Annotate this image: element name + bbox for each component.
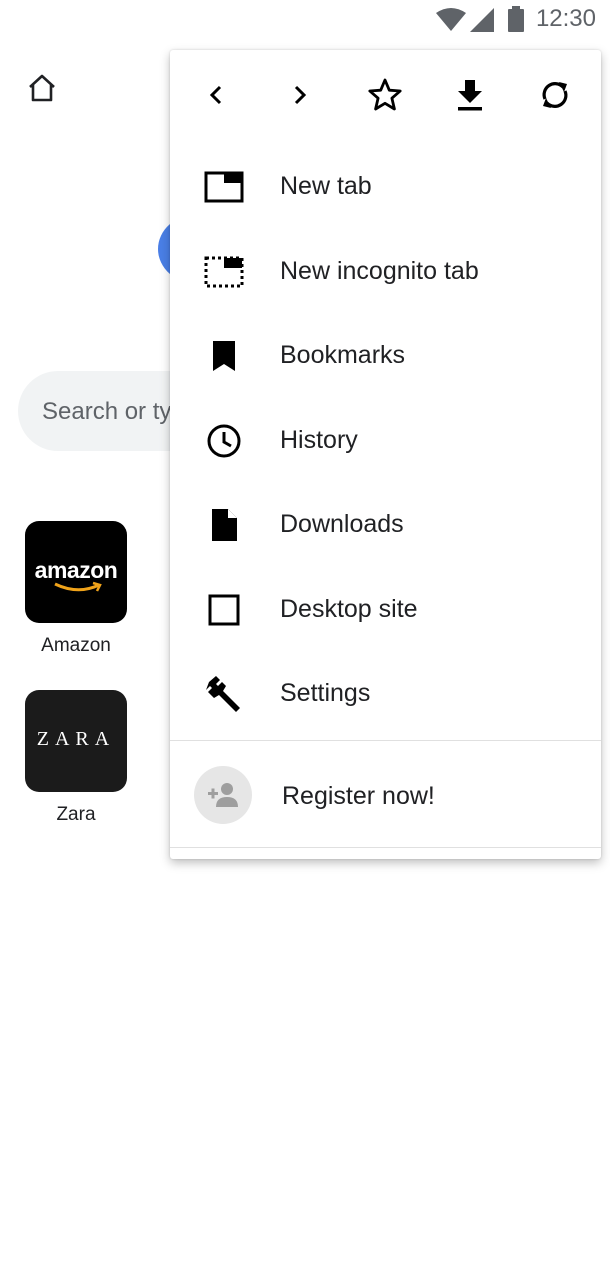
battery-icon <box>508 6 524 32</box>
zara-logo: ZARA <box>25 690 127 792</box>
menu-item-label: New incognito tab <box>280 257 479 285</box>
menu-item-label: New tab <box>280 172 372 200</box>
menu-divider <box>170 740 601 741</box>
download-icon <box>458 80 482 111</box>
signal-icon <box>470 8 494 32</box>
menu-item-desktop-site[interactable]: Desktop site <box>170 568 601 652</box>
overflow-menu: New tab New incognito tab Bookmarks Hist… <box>170 50 601 859</box>
shortcut-label: Amazon <box>41 635 111 656</box>
menu-divider <box>170 847 601 848</box>
menu-item-label: Bookmarks <box>280 341 406 369</box>
avatar <box>194 766 252 824</box>
wifi-icon <box>436 8 466 31</box>
download-page-button[interactable] <box>445 70 495 120</box>
shortcut-amazon[interactable]: amazon Amazon <box>24 521 128 657</box>
menu-item-new-incognito-tab[interactable]: New incognito tab <box>170 230 601 314</box>
wrench-icon <box>204 674 244 714</box>
back-button[interactable] <box>191 70 241 120</box>
star-icon <box>368 78 402 111</box>
file-icon <box>204 505 244 545</box>
forward-button[interactable] <box>275 70 325 120</box>
menu-item-label: Settings <box>280 679 371 707</box>
home-button[interactable] <box>24 70 60 106</box>
menu-item-label: Desktop site <box>280 595 418 623</box>
menu-item-new-tab[interactable]: New tab <box>170 145 601 229</box>
shortcut-zara[interactable]: ZARA Zara <box>24 690 128 826</box>
menu-item-label: Downloads <box>280 510 404 538</box>
menu-item-label: History <box>280 426 358 454</box>
status-bar: 12:30 <box>0 0 610 40</box>
incognito-tab-icon <box>204 252 244 292</box>
status-time: 12:30 <box>535 5 596 32</box>
clock-icon <box>204 421 244 461</box>
menu-toolbar <box>170 50 601 140</box>
bookmark-page-button[interactable] <box>360 70 410 120</box>
back-icon <box>209 85 222 105</box>
menu-item-bookmarks[interactable]: Bookmarks <box>170 314 601 398</box>
bookmark-icon <box>204 336 244 376</box>
menu-item-settings[interactable]: Settings <box>170 652 601 736</box>
new-tab-icon <box>204 167 244 207</box>
amazon-smile-icon <box>54 581 102 592</box>
shortcut-label: Zara <box>56 804 96 825</box>
home-icon <box>29 74 55 102</box>
register-label: Register now! <box>282 782 435 810</box>
menu-item-downloads[interactable]: Downloads <box>170 483 601 567</box>
zara-logo-text: ZARA <box>36 728 116 750</box>
menu-item-history[interactable]: History <box>170 399 601 483</box>
amazon-logo: amazon <box>25 521 127 623</box>
register-button[interactable]: Register now! <box>170 742 601 848</box>
refresh-icon <box>542 82 568 108</box>
forward-icon <box>294 85 307 105</box>
add-person-icon <box>208 783 238 807</box>
checkbox-icon[interactable] <box>204 590 244 630</box>
refresh-button[interactable] <box>530 70 580 120</box>
amazon-logo-text: amazon <box>34 557 118 583</box>
